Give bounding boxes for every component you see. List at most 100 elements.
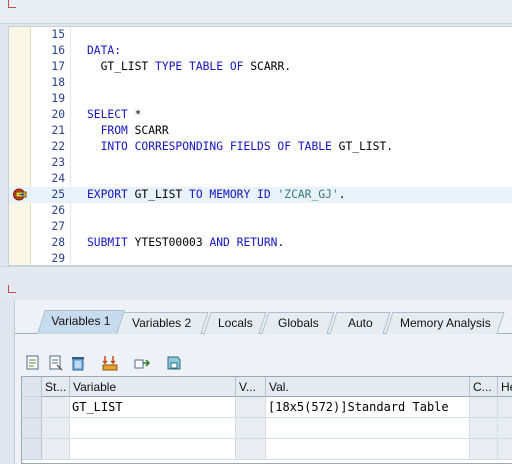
variables-toolbar [15,352,512,374]
tab-variables-1[interactable]: Variables 1 [37,310,125,334]
line-number: 18 [51,76,65,89]
tab-globals[interactable]: Globals [261,312,335,334]
code-line[interactable]: 22 INTO CORRESPONDING FIELDS OF TABLE GT… [9,139,512,155]
transfer-icon[interactable] [101,354,119,372]
select-all-rows-handle[interactable] [22,377,42,397]
code-line[interactable]: 26 [9,203,512,219]
current-statement-breakpoint-icon[interactable] [13,188,27,201]
line-number: 19 [51,92,65,105]
tab-variables-2[interactable]: Variables 2 [115,312,209,334]
delete-icon[interactable] [69,354,87,372]
grid-cell-variable[interactable] [70,439,236,460]
code-line[interactable]: 19 [9,91,512,107]
code-text: DATA: [87,43,121,59]
grid-cell-value[interactable]: [18x5(572)]Standard Table [266,397,470,418]
grid-cell-he[interactable] [498,418,512,439]
keyword-token: EXPORT [87,188,128,201]
source-code-editor[interactable]: 15 16 DATA: 17 GT_LIST TYPE TABLE OF SCARR.… [8,26,512,266]
code-token: GT_LIST [127,188,190,201]
grid-cell-v[interactable] [236,439,266,460]
line-number: 16 [51,44,65,57]
tab-memory-analysis[interactable]: Memory Analysis [385,312,505,334]
grid-cell-value[interactable] [266,439,470,460]
keyword-token: SUBMIT [87,236,128,249]
code-text: INTO CORRESPONDING FIELDS OF TABLE GT_LI… [87,139,393,155]
grid-cell-status[interactable] [42,439,70,460]
line-number: 24 [51,172,65,185]
code-token: SCARR. [243,60,292,73]
select-all-icon[interactable] [25,354,43,372]
keyword-token: FROM [87,124,128,137]
code-token: . [277,236,285,249]
code-line[interactable]: 18 [9,75,512,91]
corner-mark [8,0,16,8]
code-text: SUBMIT YTEST00003 AND RETURN. [87,235,284,251]
column-header[interactable]: V... [236,377,266,397]
tab-label: Locals [217,316,253,330]
grid-cell-status[interactable] [42,397,70,418]
code-token: YTEST00003 [127,236,210,249]
line-number: 21 [51,124,65,137]
code-token: SCARR [127,124,169,137]
code-line[interactable]: 27 [9,219,512,235]
move-variables-icon[interactable] [133,354,151,372]
grid-header: St...VariableV...Val.C...He [22,377,512,397]
column-header[interactable]: Val. [266,377,470,397]
grid-cell-v[interactable] [236,397,266,418]
tab-label: Variables 2 [132,316,192,330]
keyword-token: TYPE TABLE OF [155,60,244,73]
keyword-token: SELECT [87,108,128,121]
tool-tabs: Variables 1 Variables 2 Locals Globals Auto M… [15,310,512,334]
row-selector[interactable] [22,418,42,439]
code-line[interactable]: 16 DATA: [9,43,512,59]
abap-debugger-window: 15 16 DATA: 17 GT_LIST TYPE TABLE OF SCARR.… [0,0,512,464]
code-line[interactable]: 15 [9,27,512,43]
grid-cell-variable[interactable]: GT_LIST [70,397,236,418]
line-number: 27 [51,220,65,233]
keyword-token: DATA: [87,44,122,57]
line-number: 29 [51,252,65,265]
line-number: 20 [51,108,65,121]
tab-auto[interactable]: Auto [329,312,391,334]
code-text: EXPORT GT_LIST TO MEMORY ID 'ZCAR_GJ'. [87,187,346,203]
grid-cell-he[interactable] [498,439,512,460]
code-line[interactable]: 28 SUBMIT YTEST00003 AND RETURN. [9,235,512,251]
grid-cell-v[interactable] [236,418,266,439]
code-line[interactable]: 17 GT_LIST TYPE TABLE OF SCARR. [9,59,512,75]
grid-cell-value[interactable] [266,418,470,439]
tab-label: Auto [347,316,373,330]
pane-splitter[interactable] [0,266,512,298]
grid-cell-c[interactable] [470,439,498,460]
grid-cell-variable[interactable] [70,418,236,439]
row-selector[interactable] [22,397,42,418]
code-token: GT_LIST. [331,140,394,153]
row-selector[interactable] [22,439,42,460]
line-number: 26 [51,204,65,217]
code-line[interactable]: 20 SELECT * [9,107,512,123]
tab-locals[interactable]: Locals [203,312,267,334]
code-line[interactable]: 21 FROM SCARR [9,123,512,139]
code-line[interactable]: 23 [9,155,512,171]
column-header[interactable]: St... [42,377,70,397]
grid-cell-c[interactable] [470,418,498,439]
code-line[interactable]: 29 [9,251,512,265]
variables-grid: St...VariableV...Val.C...He GT_LIST [18x5… [21,376,512,464]
tab-label: Memory Analysis [399,316,491,330]
grid-cell-c[interactable] [470,397,498,418]
column-header[interactable]: Variable [70,377,236,397]
column-header[interactable]: He [498,377,512,397]
code-text: GT_LIST TYPE TABLE OF SCARR. [87,59,291,75]
grid-cell-status[interactable] [42,418,70,439]
detail-view-icon[interactable] [47,354,65,372]
code-line[interactable]: 25 EXPORT GT_LIST TO MEMORY ID 'ZCAR_GJ'. [9,187,512,203]
code-line[interactable]: 24 [9,171,512,187]
keyword-token: AND RETURN [209,236,278,249]
code-token: GT_LIST [87,60,156,73]
line-number: 23 [51,156,65,169]
save-layout-icon[interactable] [165,354,183,372]
column-header[interactable]: C... [470,377,498,397]
grid-cell-he[interactable] [498,397,512,418]
line-number: 17 [51,60,65,73]
keyword-token: TO MEMORY ID [189,188,271,201]
code-text: FROM SCARR [87,123,169,139]
